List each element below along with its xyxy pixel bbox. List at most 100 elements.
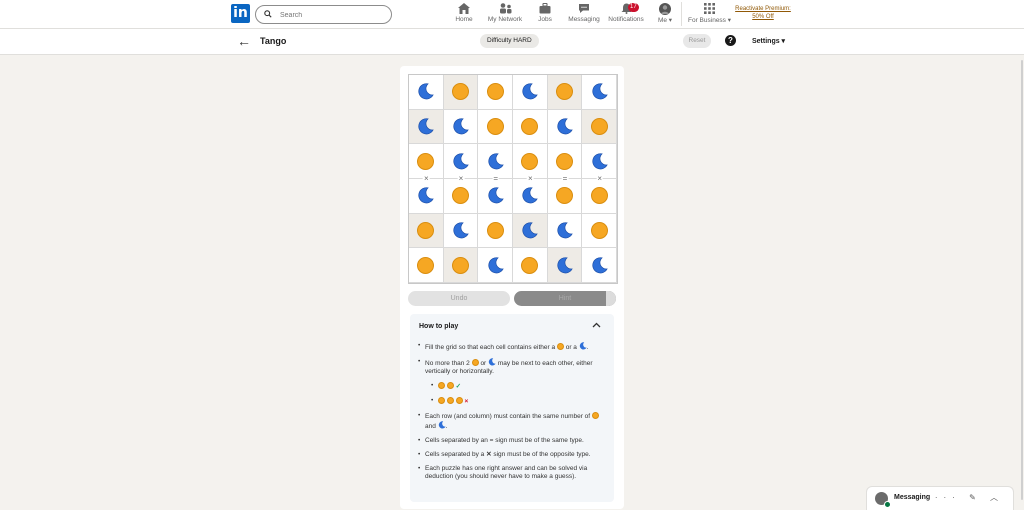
- nav-for-business[interactable]: For Business ▾: [688, 2, 731, 26]
- nav-me[interactable]: Me ▾: [654, 2, 676, 26]
- search-input[interactable]: [278, 8, 382, 22]
- moon-icon: [417, 187, 435, 204]
- sun-icon: [455, 397, 463, 404]
- board-cell[interactable]: [582, 109, 617, 145]
- board-cell[interactable]: [478, 248, 513, 283]
- board-cell[interactable]: [409, 179, 444, 214]
- nav-notifications-label: Notifications: [608, 16, 644, 23]
- nav-divider: [681, 2, 682, 26]
- cross-sign-icon: ✕: [486, 451, 492, 458]
- moon-icon: [521, 187, 539, 204]
- board-cell[interactable]: [478, 213, 513, 249]
- board-cell[interactable]: [582, 179, 617, 214]
- moon-icon: [452, 222, 469, 239]
- messaging-actions[interactable]: ··· ✎ ︿: [935, 492, 1004, 503]
- sun-icon: [446, 382, 454, 389]
- sun-icon: [486, 117, 504, 135]
- board-cell[interactable]: [409, 213, 444, 249]
- search-box[interactable]: [255, 5, 392, 24]
- sun-icon: [446, 397, 454, 404]
- board-cell[interactable]: [443, 179, 479, 214]
- hint-button[interactable]: Hint: [514, 291, 616, 306]
- board-cell[interactable]: [547, 179, 583, 214]
- moon-icon: [556, 257, 573, 274]
- board-cell[interactable]: [443, 109, 479, 145]
- difficulty-badge: Difficulty HARD: [480, 34, 539, 48]
- network-icon: [499, 3, 511, 14]
- nav-my-network[interactable]: My Network: [486, 2, 524, 26]
- tango-board: × × = × = ×: [408, 74, 618, 284]
- rule-equal: Cells separated by an = sign must be of …: [418, 437, 608, 445]
- board-cell[interactable]: [409, 109, 444, 145]
- moon-icon: [591, 257, 608, 274]
- board-cell[interactable]: [547, 109, 583, 145]
- chevron-up-icon[interactable]: [592, 322, 601, 328]
- settings-button[interactable]: Settings ▾: [752, 37, 785, 45]
- equal-constraint: =: [561, 174, 569, 183]
- board-cell[interactable]: [409, 248, 444, 283]
- moon-icon: [521, 83, 539, 100]
- board-cell[interactable]: [478, 179, 513, 214]
- board-cell[interactable]: [478, 109, 513, 145]
- example-valid: ✓: [431, 382, 608, 391]
- board-cell[interactable]: [513, 75, 548, 110]
- board-cell[interactable]: [409, 75, 444, 110]
- board-cell[interactable]: [513, 179, 548, 214]
- sun-icon: [471, 359, 479, 366]
- rule-fill-end: .: [586, 344, 589, 351]
- sun-icon: [590, 117, 608, 135]
- rule-balance-and: and: [425, 423, 436, 430]
- reset-button[interactable]: Reset: [683, 34, 711, 48]
- how-to-play-title: How to play: [419, 323, 459, 330]
- opposite-constraint: ×: [422, 174, 430, 183]
- sun-icon: [556, 343, 564, 350]
- search-icon: [264, 10, 272, 18]
- undo-button[interactable]: Undo: [408, 291, 510, 306]
- board-cell[interactable]: [582, 248, 617, 283]
- moon-icon: [521, 222, 539, 239]
- rule-adjacent: No more than 2 or may be next to each ot…: [418, 358, 608, 376]
- page-scrollbar[interactable]: [1021, 60, 1023, 500]
- help-icon[interactable]: ?: [725, 35, 736, 46]
- board-cell[interactable]: [582, 213, 617, 249]
- moon-icon: [452, 153, 469, 170]
- nav-jobs[interactable]: Jobs: [533, 2, 557, 26]
- moon-icon: [417, 83, 435, 100]
- sun-icon: [438, 397, 445, 404]
- board-cell[interactable]: [547, 213, 583, 249]
- board-cell[interactable]: [547, 248, 583, 283]
- reactivate-premium-link[interactable]: Reactivate Premium: 50% Off: [732, 5, 794, 21]
- how-to-play-panel: How to play Fill the grid so that each c…: [410, 314, 614, 502]
- sun-icon: [451, 83, 469, 101]
- avatar: [659, 2, 671, 15]
- online-status-dot: [884, 501, 891, 508]
- moon-icon: [417, 118, 435, 135]
- rule-balance-a: Each row (and column) must contain the s…: [425, 413, 591, 420]
- nav-home-label: Home: [455, 16, 473, 23]
- chat-icon: [579, 4, 589, 13]
- moon-icon: [487, 257, 504, 274]
- board-cell[interactable]: [443, 248, 479, 283]
- moon-icon: [488, 358, 496, 366]
- opposite-constraint: ×: [526, 174, 534, 183]
- board-cell[interactable]: [547, 75, 583, 110]
- board-cell[interactable]: [443, 75, 479, 110]
- nav-messaging[interactable]: Messaging: [567, 2, 601, 26]
- board-cell[interactable]: [513, 109, 548, 145]
- example-invalid: ×: [431, 397, 608, 406]
- nav-notifications[interactable]: 17 Notifications: [606, 2, 646, 26]
- nav-for-business-label: For Business ▾: [688, 17, 731, 24]
- board-cell[interactable]: [513, 213, 548, 249]
- linkedin-logo[interactable]: in: [231, 4, 250, 23]
- board-cell[interactable]: [478, 75, 513, 110]
- board-cell[interactable]: [513, 248, 548, 283]
- check-icon: ✓: [455, 383, 462, 390]
- nav-home[interactable]: Home: [452, 2, 476, 26]
- board-cell[interactable]: [582, 75, 617, 110]
- rule-adjacent-or: or: [480, 360, 487, 367]
- messaging-dock[interactable]: Messaging ··· ✎ ︿: [866, 486, 1014, 510]
- back-arrow-icon[interactable]: ←: [237, 34, 251, 48]
- moon-icon: [556, 118, 573, 135]
- rule-opposite: Cells separated by a ✕ sign must be of t…: [418, 451, 608, 459]
- board-cell[interactable]: [443, 213, 479, 249]
